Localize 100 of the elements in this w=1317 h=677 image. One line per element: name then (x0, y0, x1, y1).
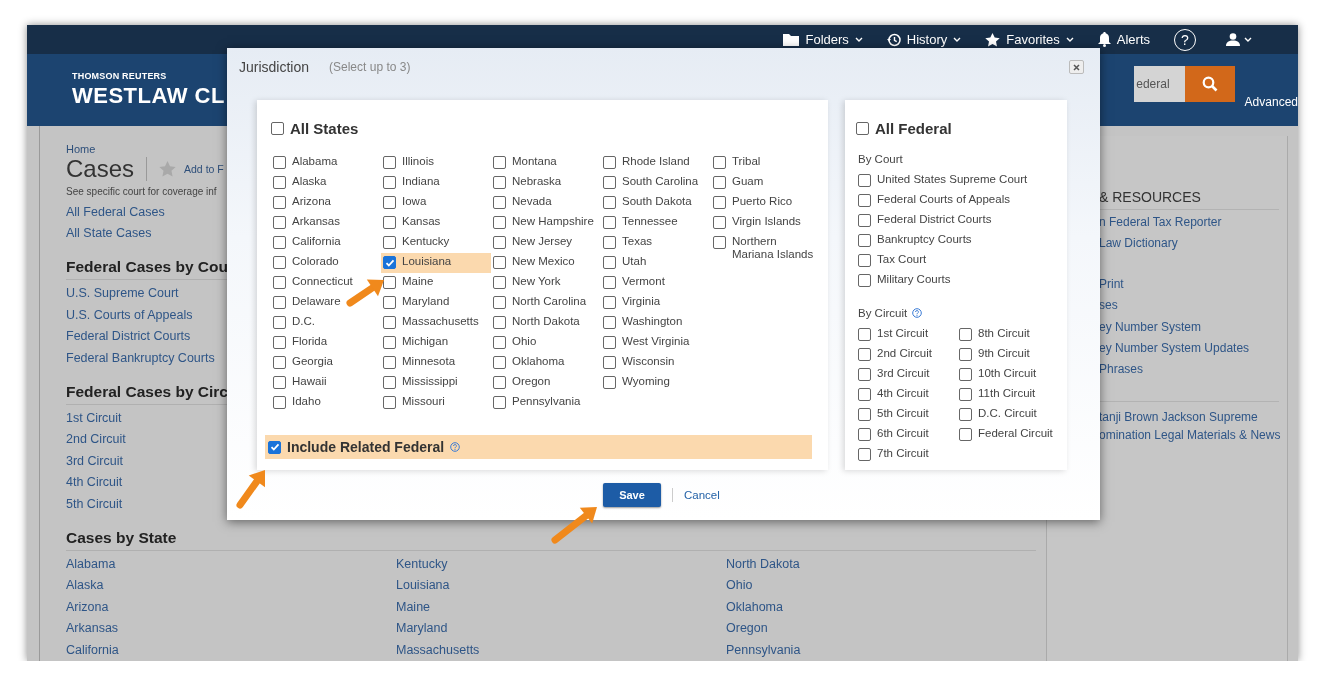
search-button[interactable] (1184, 65, 1235, 102)
checkbox[interactable] (493, 316, 506, 329)
resource-link[interactable]: n Federal Tax Reporter (1099, 211, 1222, 233)
cancel-link[interactable]: Cancel (684, 489, 720, 501)
checkbox[interactable] (959, 428, 972, 441)
state-option[interactable]: Wisconsin (622, 355, 675, 368)
checkbox[interactable] (383, 196, 396, 209)
resource-link[interactable]: ey Number System Updates (1099, 338, 1250, 360)
state-option[interactable]: New Jersey (512, 235, 573, 248)
state-link[interactable]: Pennsylvania (726, 639, 801, 661)
state-option[interactable]: Maine (402, 275, 434, 288)
checkbox[interactable] (713, 196, 726, 209)
resource-link[interactable]: ey Number System (1099, 316, 1202, 338)
checkbox[interactable] (271, 122, 284, 135)
court-link[interactable]: Federal District Courts (66, 326, 191, 348)
checkbox[interactable] (603, 156, 616, 169)
case-link[interactable]: All State Cases (66, 222, 152, 245)
checkbox[interactable] (383, 176, 396, 189)
state-option[interactable]: Colorado (292, 255, 339, 268)
nav-menu[interactable]: Folders (783, 32, 863, 48)
state-link[interactable]: Louisiana (396, 575, 450, 597)
checkbox[interactable] (858, 448, 871, 461)
checkbox[interactable] (273, 296, 286, 309)
checkbox[interactable] (713, 236, 726, 249)
checkbox[interactable] (959, 328, 972, 341)
court-option[interactable]: Tax Court (877, 253, 927, 266)
state-option[interactable]: New Hampshire (512, 215, 594, 228)
court-link[interactable]: Federal Bankruptcy Courts (66, 347, 215, 369)
save-button[interactable]: Save (603, 483, 661, 507)
star-icon[interactable] (159, 160, 177, 177)
state-option[interactable]: Tennessee (622, 215, 678, 228)
user-menu[interactable] (1226, 33, 1252, 47)
court-option[interactable]: Federal Courts of Appeals (877, 193, 1010, 206)
circuit-option[interactable]: 11th Circuit (978, 387, 1036, 400)
include-related-option[interactable]: Include Related Federal (287, 439, 445, 455)
checkbox[interactable] (383, 316, 396, 329)
circuit-option[interactable]: 1st Circuit (877, 327, 929, 340)
checkbox[interactable] (273, 336, 286, 349)
state-option[interactable]: Rhode Island (622, 155, 690, 168)
resource-link[interactable]: omination Legal Materials & News (1099, 425, 1281, 444)
checkbox[interactable] (959, 388, 972, 401)
checkbox[interactable] (603, 316, 616, 329)
circuit-option[interactable]: 2nd Circuit (877, 347, 932, 360)
checkbox[interactable] (493, 256, 506, 269)
court-link[interactable]: U.S. Courts of Appeals (66, 304, 193, 327)
state-link[interactable]: Alaska (66, 575, 104, 597)
nav-menu[interactable]: History (886, 32, 962, 48)
checkbox[interactable] (493, 396, 506, 409)
state-option[interactable]: Connecticut (292, 275, 353, 288)
checkbox[interactable] (273, 276, 286, 289)
checkbox[interactable] (383, 216, 396, 229)
checkbox[interactable] (273, 376, 286, 389)
state-option[interactable]: Delaware (292, 295, 341, 308)
court-option[interactable]: United States Supreme Court (877, 173, 1028, 186)
state-option[interactable]: Puerto Rico (732, 195, 793, 208)
checkbox[interactable] (273, 316, 286, 329)
checkbox[interactable] (383, 236, 396, 249)
state-option[interactable]: Wyoming (622, 375, 670, 388)
case-link[interactable]: All Federal Cases (66, 201, 165, 223)
search-field[interactable]: ederal (1134, 65, 1185, 102)
state-option[interactable]: North Dakota (512, 315, 580, 328)
state-link[interactable]: Ohio (726, 575, 753, 597)
help-icon[interactable] (912, 308, 923, 318)
state-option[interactable]: Mississippi (402, 375, 458, 388)
state-option[interactable]: Massachusetts (402, 315, 479, 328)
checkbox[interactable] (858, 254, 871, 267)
help-icon[interactable] (450, 442, 461, 452)
checkbox[interactable] (603, 196, 616, 209)
checkbox[interactable] (273, 356, 286, 369)
state-link[interactable]: Maryland (396, 618, 448, 640)
court-link[interactable]: 1st Circuit (66, 407, 122, 430)
checkbox[interactable] (493, 156, 506, 169)
state-option[interactable]: Florida (292, 335, 328, 348)
circuit-option[interactable]: 6th Circuit (877, 427, 929, 440)
resource-link[interactable]: Phrases (1099, 359, 1144, 381)
court-link[interactable]: 3rd Circuit (66, 450, 123, 473)
state-option[interactable]: Missouri (402, 395, 445, 408)
breadcrumb-link[interactable]: Home (66, 142, 96, 155)
circuit-option[interactable]: 5th Circuit (877, 407, 929, 420)
state-option[interactable]: Montana (512, 155, 557, 168)
state-link[interactable]: Oregon (726, 618, 768, 640)
advanced-link[interactable]: Advanced (1244, 94, 1298, 109)
all-federal-option[interactable]: All Federal (875, 120, 952, 137)
checkbox[interactable] (383, 256, 396, 269)
state-option[interactable]: Illinois (402, 155, 434, 168)
state-link[interactable]: Maine (396, 596, 431, 619)
circuit-option[interactable]: Federal Circuit (978, 427, 1053, 440)
state-option[interactable]: Vermont (622, 275, 665, 288)
checkbox[interactable] (603, 256, 616, 269)
checkbox[interactable] (273, 396, 286, 409)
state-option[interactable]: Virgin Islands (732, 215, 801, 228)
court-option[interactable]: Military Courts (877, 273, 951, 286)
state-option[interactable]: West Virginia (622, 335, 690, 348)
state-link[interactable]: North Dakota (726, 553, 800, 576)
checkbox[interactable] (493, 376, 506, 389)
state-option[interactable]: New Mexico (512, 255, 575, 268)
state-option[interactable]: Pennsylvania (512, 395, 581, 408)
checkbox[interactable] (383, 396, 396, 409)
state-option[interactable]: North Carolina (512, 295, 587, 308)
checkbox[interactable] (603, 216, 616, 229)
